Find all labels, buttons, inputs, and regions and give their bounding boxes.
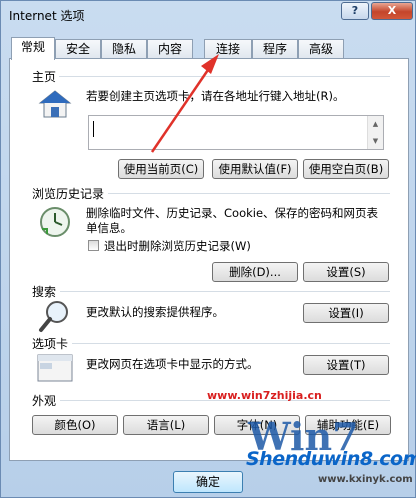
textarea-scrollbar[interactable]: ▲ ▼ [367, 116, 383, 149]
search-description: 更改默认的搜索提供程序。 [86, 305, 224, 319]
tab-advanced[interactable]: 高级 [298, 39, 344, 59]
delete-on-exit-label[interactable]: 退出时删除浏览历史记录(W) [104, 238, 251, 254]
tab-strip: 常规 安全 隐私 内容 连接 程序 高级 [9, 37, 409, 60]
colors-button[interactable]: 颜色(O) [32, 415, 118, 435]
homepage-divider [38, 76, 390, 77]
languages-button[interactable]: 语言(L) [123, 415, 209, 435]
search-section-title: 搜索 [32, 283, 60, 300]
search-magnifier-icon [39, 301, 68, 332]
home-icon [38, 90, 72, 118]
use-current-button[interactable]: 使用当前页(C) [118, 159, 204, 179]
use-blank-button[interactable]: 使用空白页(B) [303, 159, 389, 179]
text-caret [93, 121, 94, 137]
title-bar[interactable]: Internet 选项 ? X [1, 1, 415, 27]
tabs-section-title: 选项卡 [32, 335, 72, 352]
scroll-down-icon[interactable]: ▼ [368, 135, 383, 147]
history-section-title: 浏览历史记录 [32, 185, 108, 202]
search-settings-button[interactable]: 设置(I) [303, 303, 389, 323]
search-divider [60, 291, 390, 292]
tab-programs[interactable]: 程序 [252, 39, 298, 59]
close-button[interactable]: X [371, 2, 413, 20]
watermark-url: www.win7zhijia.cn [207, 389, 322, 402]
tab-connections[interactable]: 连接 [204, 39, 252, 59]
watermark-sub: www.kxinyk.com [318, 474, 413, 485]
help-button[interactable]: ? [341, 2, 369, 20]
history-clock-icon [40, 207, 70, 237]
use-default-button[interactable]: 使用默认值(F) [212, 159, 298, 179]
tab-security[interactable]: 安全 [55, 39, 101, 59]
history-settings-button[interactable]: 设置(S) [303, 262, 389, 282]
homepage-description: 若要创建主页选项卡，请在各地址行键入地址(R)。 [86, 89, 345, 103]
tabs-description: 更改网页在选项卡中显示的方式。 [86, 357, 259, 371]
delete-on-exit-checkbox[interactable] [88, 240, 99, 251]
scroll-up-icon[interactable]: ▲ [368, 118, 383, 130]
window-title: Internet 选项 [9, 9, 85, 23]
tab-general[interactable]: 常规 [11, 37, 55, 60]
tab-privacy[interactable]: 隐私 [101, 39, 147, 59]
homepage-section-title: 主页 [32, 68, 60, 85]
history-divider [108, 193, 390, 194]
tabs-divider [72, 343, 390, 344]
appearance-section-title: 外观 [32, 392, 60, 409]
tab-content[interactable]: 内容 [147, 39, 193, 59]
homepage-address-textarea[interactable]: ▲ ▼ [88, 115, 384, 150]
ok-button[interactable]: 确定 [173, 471, 243, 493]
watermark-brand: Shenduwin8.com [246, 448, 416, 470]
history-description: 删除临时文件、历史记录、Cookie、保存的密码和网页表单信息。 [86, 206, 379, 235]
tabs-settings-button[interactable]: 设置(T) [303, 355, 389, 375]
delete-history-button[interactable]: 删除(D)... [212, 262, 298, 282]
tabs-window-icon [37, 354, 73, 382]
watermark-logo: Win7 Shenduwin8.com www.kxinyk.com [246, 412, 416, 498]
